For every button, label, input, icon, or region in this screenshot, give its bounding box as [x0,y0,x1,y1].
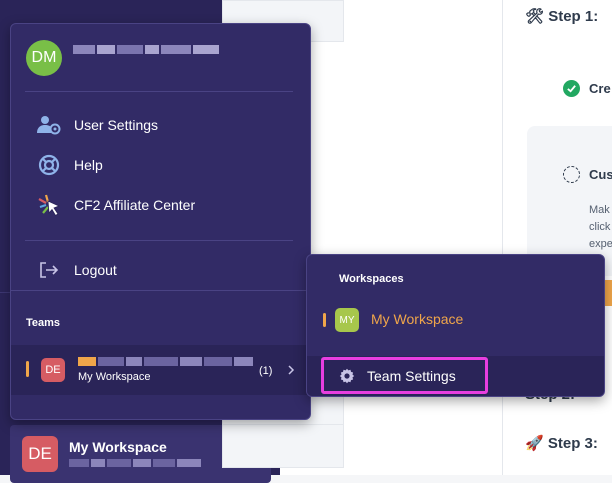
menu-separator [25,91,293,92]
create-task-label: Cre [589,81,611,96]
teams-heading: Teams [26,317,61,329]
redacted-text [69,459,201,467]
task-description-line: click [589,221,611,233]
workspace-avatar: DE [22,436,58,472]
pending-circle-icon [563,166,580,183]
workspaces-footer: Team Settings [307,356,604,396]
sidebar-divider [0,292,10,293]
user-settings-label: User Settings [74,117,159,133]
team-workspace-label: My Workspace [78,371,151,383]
help-label: Help [74,157,103,173]
workspaces-flyout: Workspaces MY My Workspace Team Settings [306,254,605,397]
workspaces-heading: Workspaces [339,273,404,285]
task-description-line: Mak [589,204,610,216]
menu-item-affiliate-center[interactable]: CF2 Affiliate Center [37,193,195,217]
active-indicator [26,361,29,377]
customize-task[interactable]: Cus [563,166,612,183]
chevron-right-icon [287,363,295,381]
menu-item-logout[interactable]: Logout [37,258,117,282]
active-indicator [323,313,326,327]
team-row[interactable]: DE My Workspace (1) [11,345,310,395]
menu-separator [25,240,293,241]
team-settings-label: Team Settings [367,367,456,384]
rocket-icon: 🚀 [525,435,544,452]
step-1-header[interactable]: 🛠 Step 1: [525,7,598,25]
logout-icon [37,258,61,282]
gear-icon [339,368,355,384]
task-description-line: expe [589,238,612,250]
affiliate-cursor-icon [37,193,61,217]
user-menu: DM User Settings Help CF2 Affiliate Cent… [10,23,311,420]
life-ring-icon [37,153,61,177]
redacted-user-name [73,45,219,54]
menu-separator [11,290,308,291]
team-avatar: DE [41,358,65,382]
workspace-avatar: MY [335,308,359,332]
tools-icon: 🛠 [525,8,545,25]
workspace-count: (1) [259,365,273,377]
step-3-header[interactable]: 🚀 Step 3: [525,434,598,452]
check-circle-icon [563,80,580,97]
orange-action-tab[interactable] [605,280,612,306]
menu-item-user-settings[interactable]: User Settings [37,113,158,137]
workspace-name: My Workspace [69,439,167,455]
workspace-label: My Workspace [371,311,464,327]
redacted-team-name [78,357,253,366]
affiliate-center-label: CF2 Affiliate Center [74,197,196,213]
step-1-label: Step 1: [548,8,599,25]
menu-item-help[interactable]: Help [37,153,103,177]
logout-label: Logout [74,262,117,278]
create-task[interactable]: Cre [563,80,611,97]
step-3-label: Step 3: [547,435,598,452]
step-3-card[interactable] [222,424,344,468]
user-avatar: DM [26,40,62,76]
team-settings-button[interactable]: Team Settings [321,357,488,394]
workspace-item-my-workspace[interactable]: MY My Workspace [307,303,604,337]
customize-task-label: Cus [589,167,612,182]
user-gear-icon [37,113,61,137]
steps-rail [502,0,503,475]
